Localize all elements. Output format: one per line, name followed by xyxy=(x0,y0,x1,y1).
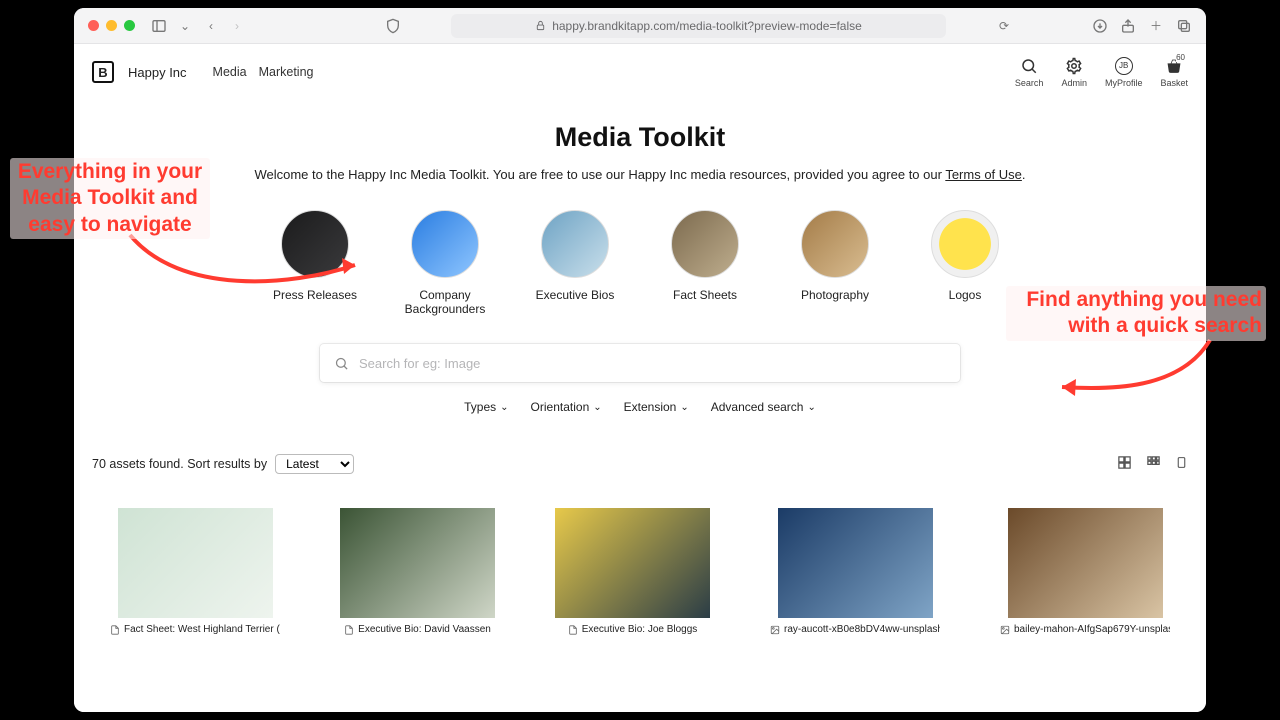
header-admin-label: Admin xyxy=(1061,78,1087,88)
address-bar[interactable]: happy.brandkitapp.com/media-toolkit?prev… xyxy=(451,14,946,38)
image-icon xyxy=(1000,625,1010,635)
asset-thumb xyxy=(118,508,273,618)
sidebar-toggle-icon[interactable] xyxy=(151,18,167,34)
asset-caption: bailey-mahon-AIfgSap679Y-unsplash xyxy=(1014,624,1170,635)
chevron-down-icon[interactable]: ⌄ xyxy=(177,18,193,34)
asset-card[interactable]: Fact Sheet: West Highland Terrier (Westi… xyxy=(110,508,280,635)
asset-thumb xyxy=(340,508,495,618)
window-controls[interactable] xyxy=(88,20,135,31)
search-icon xyxy=(334,356,349,371)
lock-icon xyxy=(535,20,546,31)
share-icon[interactable] xyxy=(1120,18,1136,34)
asset-card[interactable]: ray-aucott-xB0e8bDV4ww-unsplash xyxy=(770,508,940,635)
close-window-icon[interactable] xyxy=(88,20,99,31)
asset-card[interactable]: bailey-mahon-AIfgSap679Y-unsplash xyxy=(1000,508,1170,635)
category-label: Company Backgrounders xyxy=(395,288,495,316)
welcome-pre: Welcome to the Happy Inc Media Toolkit. … xyxy=(254,167,945,182)
brand-logo[interactable]: B xyxy=(92,61,114,83)
browser-toolbar: ⌄ ‹ › happy.brandkitapp.com/media-toolki… xyxy=(74,8,1206,44)
site-header: B Happy Inc Media Marketing Search Admin… xyxy=(74,44,1206,100)
view-grid-small-icon[interactable] xyxy=(1146,455,1161,473)
back-icon[interactable]: ‹ xyxy=(203,18,219,34)
chevron-down-icon: ⌄ xyxy=(500,402,508,413)
asset-caption: ray-aucott-xB0e8bDV4ww-unsplash xyxy=(784,624,940,635)
category-logos[interactable]: Logos xyxy=(915,210,1015,316)
search-input[interactable] xyxy=(359,356,946,371)
filter-orientation[interactable]: Orientation⌄ xyxy=(531,400,602,414)
reload-icon[interactable]: ⟳ xyxy=(996,18,1012,34)
page-content: B Happy Inc Media Marketing Search Admin… xyxy=(74,44,1206,712)
asset-caption: Fact Sheet: West Highland Terrier (Westi… xyxy=(124,624,280,635)
category-thumb xyxy=(541,210,609,278)
view-list-icon[interactable] xyxy=(1175,455,1188,473)
welcome-text: Welcome to the Happy Inc Media Toolkit. … xyxy=(74,167,1206,182)
annotation-left: Everything in your Media Toolkit and eas… xyxy=(10,158,210,239)
asset-thumb xyxy=(1008,508,1163,618)
sort-select[interactable]: Latest xyxy=(275,454,354,474)
category-thumb xyxy=(411,210,479,278)
chevron-down-icon: ⌄ xyxy=(593,402,601,413)
file-icon xyxy=(344,625,354,635)
terms-link[interactable]: Terms of Use xyxy=(945,167,1022,182)
category-company-backgrounders[interactable]: Company Backgrounders xyxy=(395,210,495,316)
minimize-window-icon[interactable] xyxy=(106,20,117,31)
asset-card[interactable]: Executive Bio: Joe Bloggs xyxy=(555,508,710,635)
header-admin[interactable]: Admin xyxy=(1061,57,1087,88)
forward-icon[interactable]: › xyxy=(229,18,245,34)
shield-icon[interactable] xyxy=(385,18,401,34)
category-thumb xyxy=(931,210,999,278)
category-photography[interactable]: Photography xyxy=(785,210,885,316)
asset-grid: Fact Sheet: West Highland Terrier (Westi… xyxy=(74,474,1206,635)
new-tab-icon[interactable]: ＋ xyxy=(1148,18,1164,34)
asset-thumb xyxy=(778,508,933,618)
asset-caption: Executive Bio: David Vaassen xyxy=(358,624,491,635)
welcome-post: . xyxy=(1022,167,1026,182)
file-icon xyxy=(568,625,578,635)
download-icon[interactable] xyxy=(1092,18,1108,34)
search-box[interactable] xyxy=(320,344,960,382)
header-basket-label: Basket xyxy=(1160,78,1188,88)
browser-window: ⌄ ‹ › happy.brandkitapp.com/media-toolki… xyxy=(74,8,1206,712)
category-label: Fact Sheets xyxy=(673,288,737,302)
chevron-down-icon: ⌄ xyxy=(680,402,688,413)
nav-media[interactable]: Media xyxy=(213,65,247,79)
asset-caption: Executive Bio: Joe Bloggs xyxy=(582,624,698,635)
url-text: happy.brandkitapp.com/media-toolkit?prev… xyxy=(552,19,862,33)
avatar-icon: JB xyxy=(1115,57,1133,75)
chevron-down-icon: ⌄ xyxy=(807,402,815,413)
fullscreen-window-icon[interactable] xyxy=(124,20,135,31)
annotation-arrow-right xyxy=(1050,335,1230,405)
view-grid-large-icon[interactable] xyxy=(1117,455,1132,473)
search-filters: Types⌄ Orientation⌄ Extension⌄ Advanced … xyxy=(74,400,1206,414)
category-label: Executive Bios xyxy=(536,288,615,302)
results-count: 70 assets found. Sort results by xyxy=(92,457,267,471)
category-thumb xyxy=(671,210,739,278)
category-label: Logos xyxy=(949,288,982,302)
annotation-right: Find anything you need with a quick sear… xyxy=(1006,286,1266,341)
asset-card[interactable]: Executive Bio: David Vaassen xyxy=(340,508,495,635)
gear-icon xyxy=(1065,57,1083,75)
search-icon xyxy=(1020,57,1038,75)
page-title: Media Toolkit xyxy=(74,122,1206,153)
nav-marketing[interactable]: Marketing xyxy=(259,65,314,79)
results-bar: 70 assets found. Sort results by Latest xyxy=(74,454,1206,474)
header-profile[interactable]: JB MyProfile xyxy=(1105,57,1143,88)
filter-types[interactable]: Types⌄ xyxy=(464,400,508,414)
basket-count: 60 xyxy=(1176,53,1185,62)
company-name: Happy Inc xyxy=(128,65,187,80)
filter-advanced[interactable]: Advanced search⌄ xyxy=(711,400,816,414)
header-basket[interactable]: 60 Basket xyxy=(1160,57,1188,88)
tabs-overview-icon[interactable] xyxy=(1176,18,1192,34)
category-thumb xyxy=(801,210,869,278)
image-icon xyxy=(770,625,780,635)
category-fact-sheets[interactable]: Fact Sheets xyxy=(655,210,755,316)
header-profile-label: MyProfile xyxy=(1105,78,1143,88)
category-label: Photography xyxy=(801,288,869,302)
file-icon xyxy=(110,625,120,635)
asset-thumb xyxy=(555,508,710,618)
header-search-label: Search xyxy=(1015,78,1044,88)
category-executive-bios[interactable]: Executive Bios xyxy=(525,210,625,316)
filter-extension[interactable]: Extension⌄ xyxy=(624,400,689,414)
header-search[interactable]: Search xyxy=(1015,57,1044,88)
